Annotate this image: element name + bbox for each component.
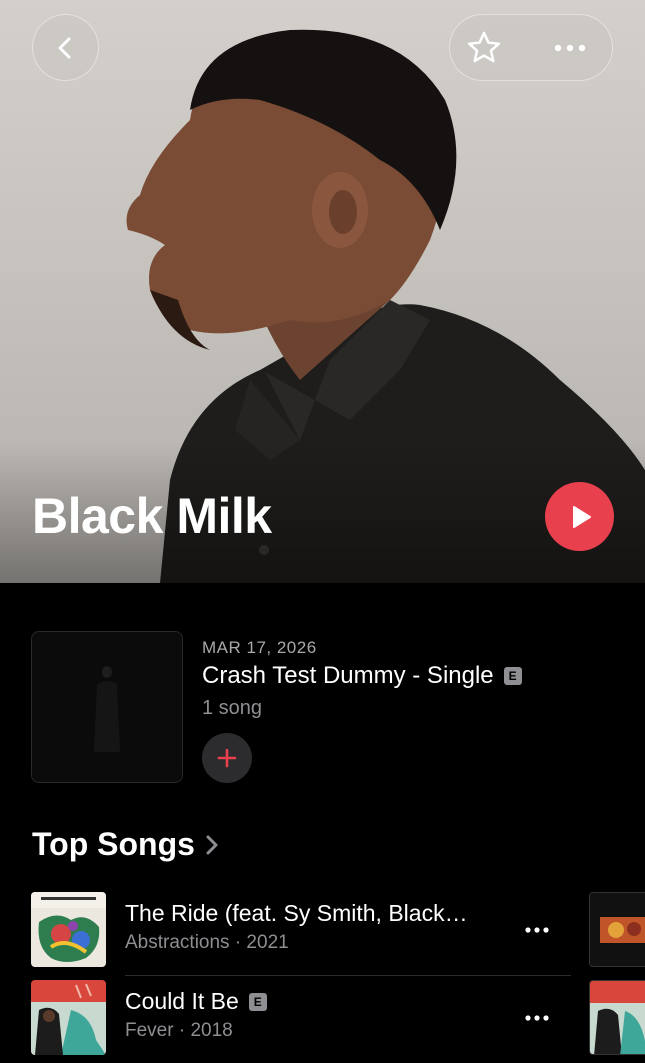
song-title: The Ride (feat. Sy Smith, Black… — [125, 900, 468, 927]
play-icon — [572, 505, 591, 528]
play-button[interactable] — [545, 482, 614, 551]
song-title-text: The Ride (feat. Sy Smith, Black… — [125, 900, 468, 926]
next-song-artwork-peek[interactable] — [589, 892, 645, 967]
release-title[interactable]: Crash Test Dummy - Single E — [202, 662, 522, 690]
song-artwork — [31, 892, 106, 967]
release-title-text: Crash Test Dummy - Single — [202, 662, 494, 689]
fever-cover-image — [31, 980, 106, 1055]
release-artwork[interactable] — [31, 631, 183, 783]
favorite-button[interactable] — [464, 28, 504, 68]
release-song-count: 1 song — [202, 697, 263, 719]
song-artwork — [31, 980, 106, 1055]
song-title: Could It Be E — [125, 988, 267, 1015]
song-row[interactable]: The Ride (feat. Sy Smith, Black… Abstrac… — [31, 892, 571, 970]
explicit-badge: E — [248, 992, 267, 1011]
song-title-text: Could It Be — [125, 988, 239, 1014]
artist-hero-image: Black Milk — [0, 0, 645, 583]
next-song-artwork-peek[interactable] — [589, 980, 645, 1055]
song-cover-image — [590, 981, 645, 1054]
ellipsis-icon — [525, 927, 549, 933]
song-cover-image — [590, 893, 645, 966]
song-album-year: Abstractions · 2021 — [125, 932, 289, 953]
plus-icon — [217, 748, 237, 768]
release-date: MAR 17, 2026 — [202, 638, 317, 657]
row-divider — [125, 975, 571, 976]
ellipsis-icon — [554, 44, 586, 51]
ellipsis-icon — [525, 1015, 549, 1021]
top-songs-header[interactable]: Top Songs — [32, 826, 219, 863]
add-to-library-button[interactable] — [202, 733, 252, 783]
release-cover-image — [32, 632, 182, 782]
more-options-button[interactable] — [550, 28, 590, 68]
chevron-left-icon — [58, 37, 70, 58]
song-more-button[interactable] — [517, 912, 557, 948]
artist-actions-pill — [449, 14, 613, 81]
explicit-badge: E — [503, 667, 522, 685]
chevron-right-icon — [206, 835, 218, 854]
star-outline-icon — [467, 31, 501, 62]
song-row[interactable]: Could It Be E Fever · 2018 — [31, 980, 571, 1058]
back-button[interactable] — [32, 14, 99, 81]
artist-page: Black Milk MAR 17, 2026 Crash Test Dummy… — [0, 0, 645, 1063]
song-more-button[interactable] — [517, 1000, 557, 1036]
abstractions-cover-image — [31, 892, 106, 967]
song-album-year: Fever · 2018 — [125, 1020, 233, 1041]
top-songs-title: Top Songs — [32, 826, 195, 862]
artist-name: Black Milk — [32, 488, 272, 544]
